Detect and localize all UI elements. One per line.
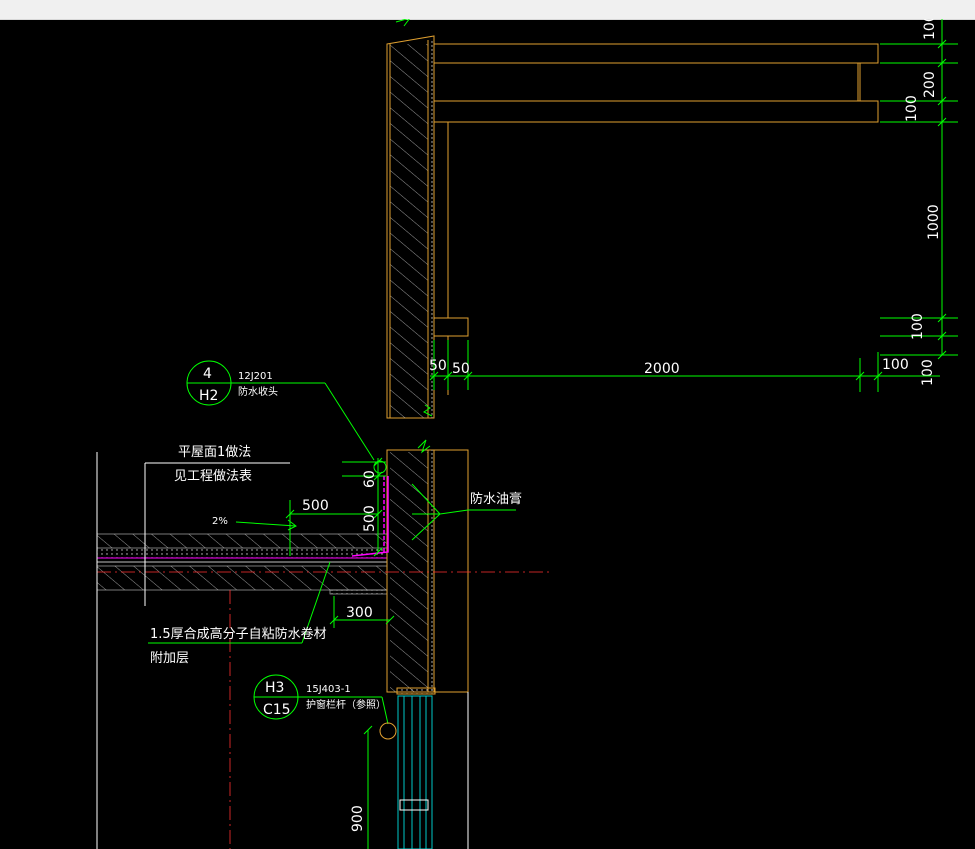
upper-wall (386, 35, 435, 419)
cad-drawing-canvas[interactable]: 100 200 100 1000 100 100 50 50 2000 100 (0, 19, 975, 849)
dim-bottom-100: 100 (882, 357, 909, 373)
note-slope: 2% (212, 516, 228, 527)
dim-right-100-b: 100 (910, 313, 926, 340)
note-sealant: 防水油膏 (470, 491, 522, 507)
callout-2-bottom: C15 (263, 702, 291, 718)
callout-1-top: 4 (203, 366, 212, 382)
north-mark (395, 19, 410, 27)
callout-1-bottom: H2 (199, 388, 218, 404)
title-bar (0, 0, 975, 20)
note-roof-line2: 见工程做法表 (174, 469, 252, 484)
callout-2-desc: 护窗栏杆（参照） (306, 698, 386, 711)
dim-right-100-top: 100 (922, 19, 938, 40)
dim-horiz-300: 300 (346, 605, 373, 621)
right-dimension-chain (880, 19, 958, 360)
callout-2-ref: 15J403-1 (306, 684, 351, 695)
callout-2-top: H3 (265, 680, 284, 696)
dim-right-1000: 1000 (926, 204, 942, 240)
dim-right-100-c: 100 (920, 359, 936, 386)
callout-1-desc: 防水收头 (238, 385, 278, 398)
note-membrane-line1: 1.5厚合成高分子自粘防水卷材 (150, 626, 327, 642)
roof-slab (96, 450, 388, 692)
dim-parapet-60: 60 (362, 470, 378, 488)
dim-parapet-500: 500 (362, 505, 378, 532)
callout-1-ref: 12J201 (238, 371, 273, 382)
dim-horiz-500: 500 (302, 498, 329, 514)
dim-bottom-50-a: 50 (429, 358, 447, 374)
leader-lines (148, 483, 516, 644)
bottom-dimension-chain (429, 340, 940, 392)
note-roof-line1: 平屋面1做法 (178, 445, 251, 460)
dim-right-200: 200 (922, 71, 938, 98)
dim-bottom-2000: 2000 (644, 361, 680, 377)
note-membrane-line2: 附加层 (150, 651, 189, 666)
dim-right-100-a: 100 (904, 95, 920, 122)
dim-bottom-50-b: 50 (452, 361, 470, 377)
window-frame (397, 695, 433, 849)
dim-window-900: 900 (350, 805, 366, 832)
lower-wall (386, 439, 469, 695)
